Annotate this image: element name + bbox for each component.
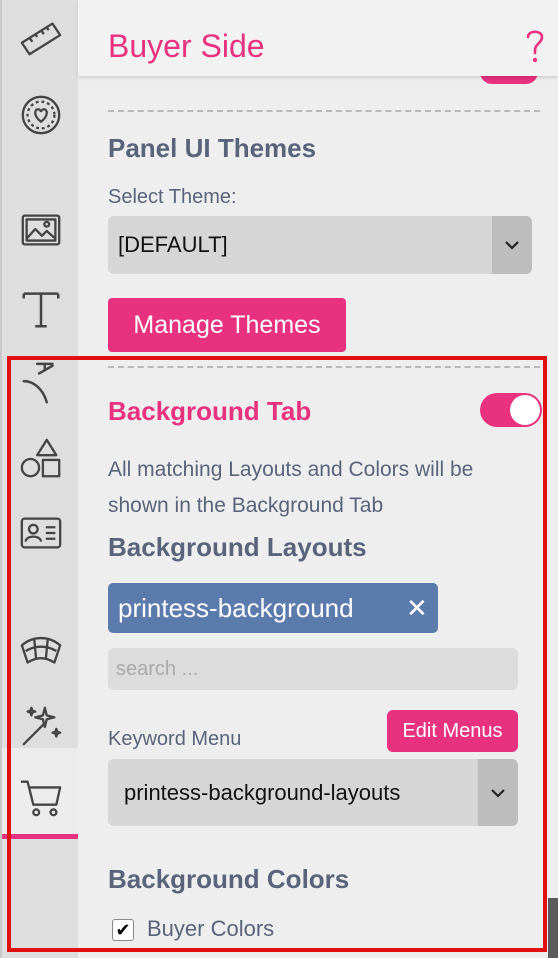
heart-badge-button[interactable] [16,90,66,140]
keyword-menu-label: Keyword Menu [108,728,242,750]
panel-header: Buyer Side [78,0,558,76]
background-layouts-heading: Background Layouts [108,532,367,562]
buyer-colors-label: Buyer Colors [147,916,275,941]
image-icon [21,214,61,246]
text-button[interactable] [16,284,66,334]
edit-menus-button[interactable]: Edit Menus [387,710,518,752]
id-card-button[interactable] [16,508,66,558]
panel-ui-themes-heading: Panel UI Themes [108,133,317,163]
select-theme-label: Select Theme: [108,186,237,208]
shapes-button[interactable] [16,434,66,484]
brush-icon [22,362,54,404]
background-tab-title: Background Tab [108,396,312,426]
search-input[interactable] [108,648,518,690]
ruler-button[interactable] [16,12,66,62]
check-mark-icon: ✔ [115,920,131,940]
buyer-colors-checkbox[interactable]: ✔ [112,919,134,941]
chevron-down-icon [478,759,518,826]
page-title: Buyer Side [108,28,265,64]
ruler-icon [20,22,62,56]
section-divider [108,366,540,368]
keyword-menu-select[interactable]: printess-background-layouts [108,759,518,826]
background-tab-description: All matching Layouts and Colors will be … [108,458,474,517]
section-divider [108,110,540,112]
close-icon[interactable]: ✕ [406,593,428,624]
text-icon [22,292,60,328]
id-card-icon [20,517,62,549]
magic-wand-button[interactable] [16,700,66,750]
theme-select[interactable]: [DEFAULT] [108,216,532,274]
settings-panel: Buyer Side Panel UI Themes Select Theme:… [78,0,558,958]
cart-icon [20,780,62,817]
chevron-down-icon [492,216,532,274]
question-mark-icon[interactable] [520,26,550,66]
layout-chip-label: printess-background [118,593,354,623]
shapes-icon [20,438,61,478]
heart-badge-icon [21,95,61,135]
scroll-edge [548,898,558,958]
active-tab-indicator [2,834,80,839]
image-button[interactable] [16,205,66,255]
cart-button[interactable] [16,772,66,822]
background-tab-toggle[interactable] [480,393,542,427]
manage-themes-button[interactable]: Manage Themes [108,298,346,352]
theme-select-value: [DEFAULT] [118,232,228,257]
brush-button[interactable] [16,358,66,408]
keyword-menu-value: printess-background-layouts [124,780,401,805]
toggle-knob [510,395,540,425]
tool-rail [0,0,80,958]
curved-text-button[interactable] [16,626,66,676]
curved-text-icon [20,636,62,664]
background-colors-heading: Background Colors [108,864,350,894]
magic-wand-icon [22,706,62,746]
layout-chip: printess-background ✕ [108,583,438,633]
